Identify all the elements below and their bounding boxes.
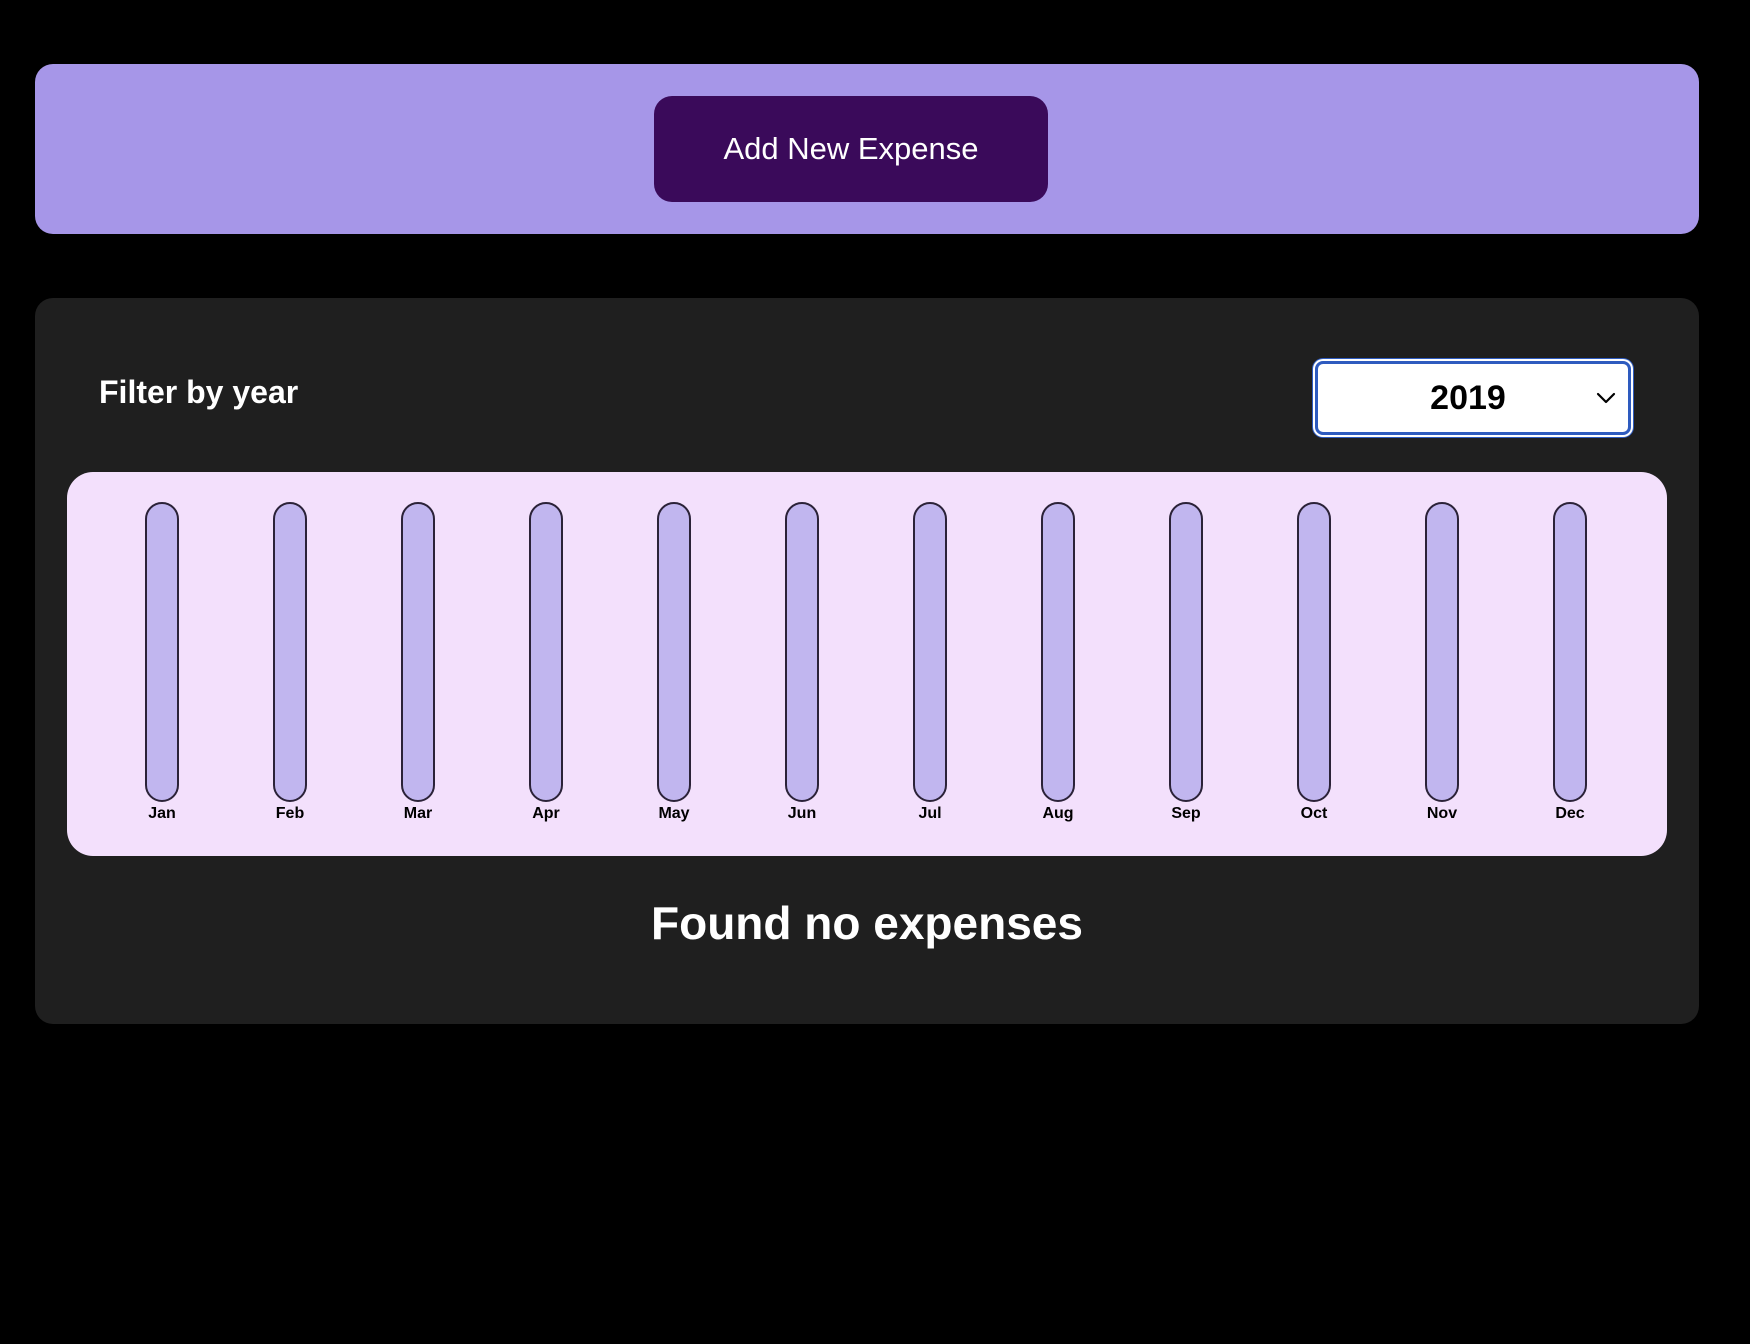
new-expense-panel: Add New Expense <box>35 64 1699 234</box>
chart-bar-oct: Oct <box>1274 502 1354 822</box>
chart-bar-track <box>529 502 563 802</box>
chart-bar-track <box>785 502 819 802</box>
chart-bar-track <box>145 502 179 802</box>
chart-bar-label: Aug <box>1042 805 1074 822</box>
chart-bar-track <box>1169 502 1203 802</box>
chart-bar-label: Jan <box>148 805 176 822</box>
chart-bar-track <box>1041 502 1075 802</box>
filter-label: Filter by year <box>99 374 299 410</box>
chart-bar-sep: Sep <box>1146 502 1226 822</box>
chart-bar-track <box>273 502 307 802</box>
empty-message: Found no expenses <box>651 897 1083 949</box>
expenses-panel: Filter by year 2019 Jan Feb Mar Apr May Jun Ju… <box>35 298 1699 1024</box>
chart-bar-track <box>401 502 435 802</box>
chevron-down-icon <box>1596 392 1616 404</box>
chart-bar-label: Feb <box>275 805 305 822</box>
chart-bar-dec: Dec <box>1530 502 1610 822</box>
chart-bar-track <box>913 502 947 802</box>
chart-bar-may: May <box>634 502 714 822</box>
chart-bar-label: Oct <box>1300 805 1328 822</box>
chart-bar-track <box>1553 502 1587 802</box>
chart-bar-mar: Mar <box>378 502 458 822</box>
year-select[interactable]: 2019 <box>1315 361 1631 435</box>
expenses-chart: Jan Feb Mar Apr May Jun Jul Aug Sep Oct Nov Dec <box>67 472 1667 856</box>
chart-bar-jun: Jun <box>762 502 842 822</box>
chart-bar-label: Jul <box>918 805 942 822</box>
chart-bar-track <box>1425 502 1459 802</box>
chart-bar-label: Jun <box>787 805 817 822</box>
chart-bar-jul: Jul <box>890 502 970 822</box>
chart-bar-label: May <box>658 805 690 822</box>
chart-bar-jan: Jan <box>122 502 202 822</box>
chart-bar-track <box>1297 502 1331 802</box>
chart-bar-feb: Feb <box>250 502 330 822</box>
chart-bar-apr: Apr <box>506 502 586 822</box>
chart-bar-label: Sep <box>1171 805 1201 822</box>
chart-bar-aug: Aug <box>1018 502 1098 822</box>
chart-bar-label: Apr <box>532 805 560 822</box>
add-new-expense-button[interactable]: Add New Expense <box>654 96 1048 202</box>
year-select-value: 2019 <box>1430 378 1506 417</box>
chart-bar-label: Dec <box>1555 805 1585 822</box>
chart-bar-track <box>657 502 691 802</box>
chart-bar-nov: Nov <box>1402 502 1482 822</box>
chart-bar-label: Mar <box>403 805 433 822</box>
chart-bar-label: Nov <box>1426 805 1458 822</box>
